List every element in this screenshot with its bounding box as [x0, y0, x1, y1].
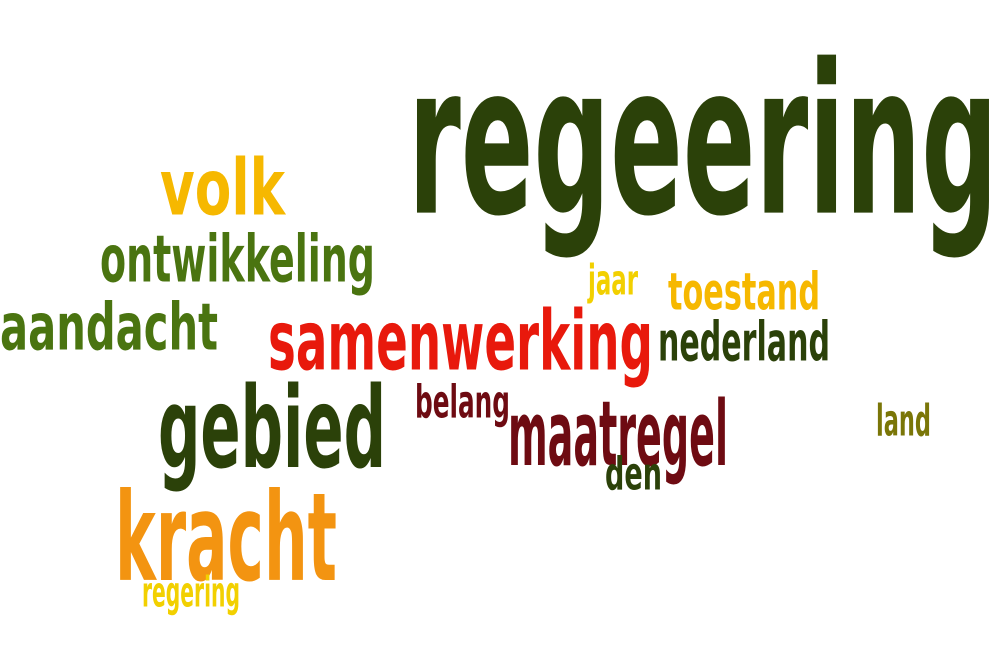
- word-toestand: toestand: [668, 261, 820, 322]
- word-volk: volk: [160, 143, 286, 234]
- word-nederland: nederland: [658, 311, 831, 374]
- word-ontwikkeling: ontwikkeling: [100, 222, 375, 298]
- word-den: den: [605, 448, 662, 501]
- word-aandacht: aandacht: [0, 290, 219, 366]
- word-belang: belang: [415, 376, 511, 429]
- word-land: land: [876, 394, 932, 446]
- word-jaar: jaar: [588, 256, 638, 305]
- word-regeering: regeering: [408, 20, 997, 263]
- word-cloud: regeering volk ontwikkeling aandacht sam…: [0, 0, 997, 646]
- word-regering: regering: [142, 568, 240, 617]
